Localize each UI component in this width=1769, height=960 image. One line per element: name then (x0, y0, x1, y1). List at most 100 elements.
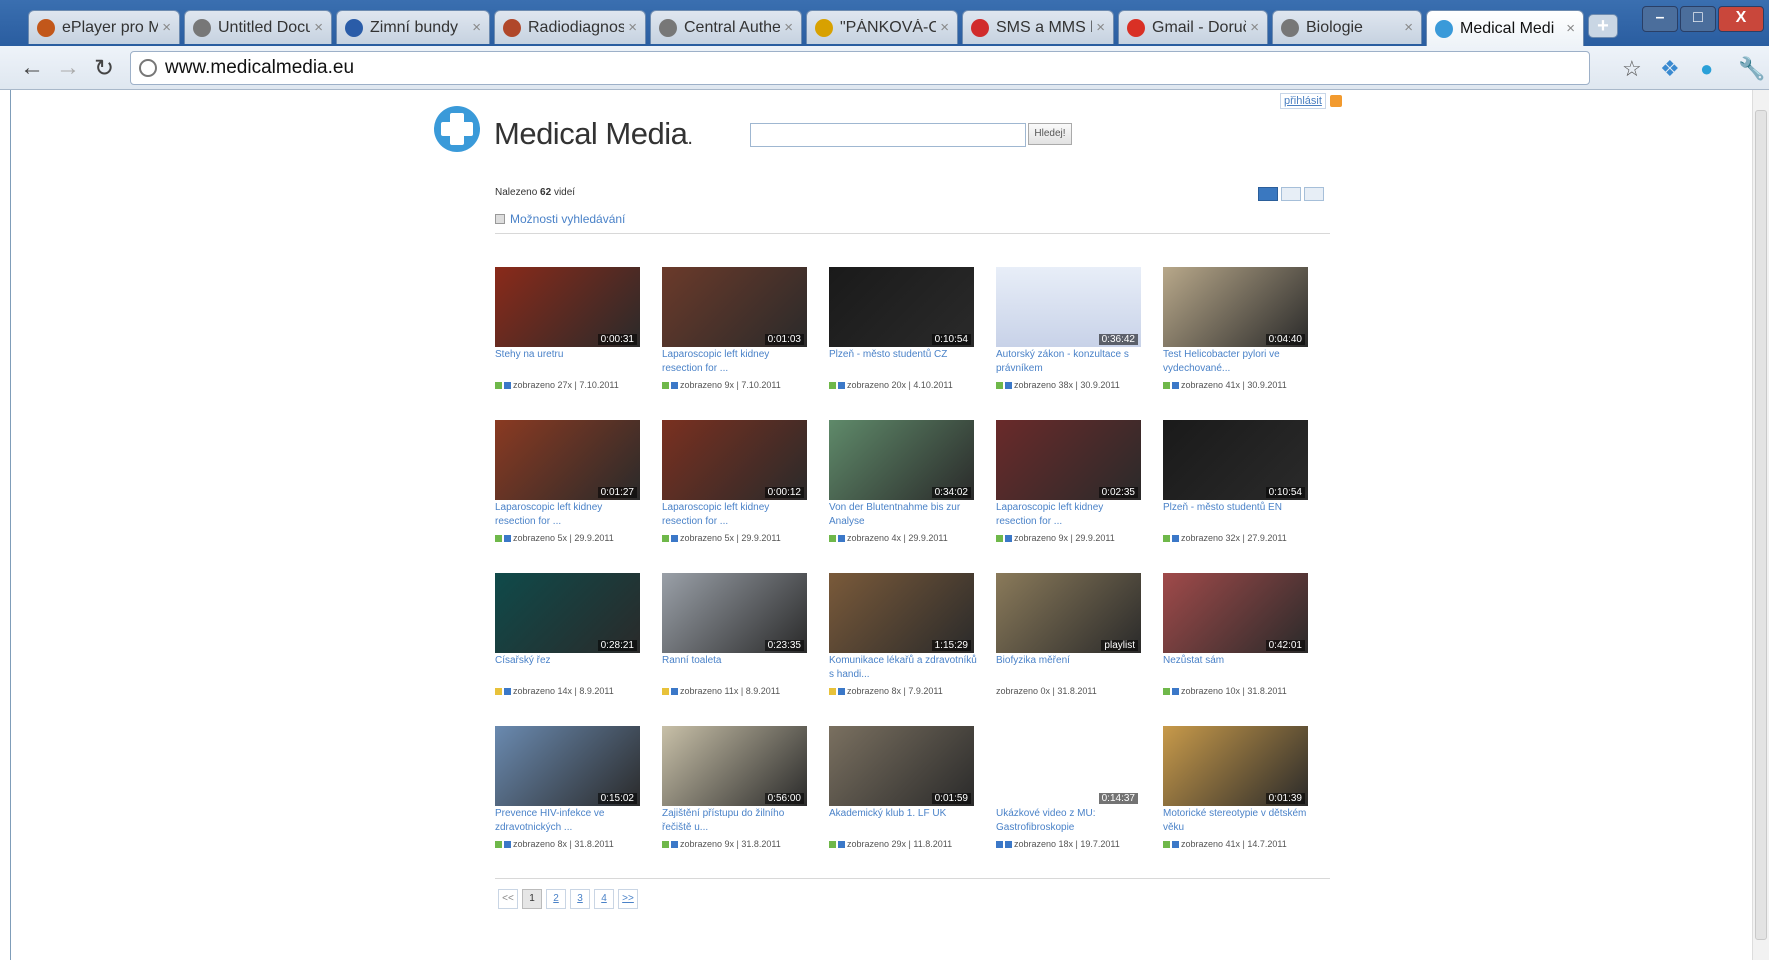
video-card[interactable]: 0:34:02 Von der Blutentnahme bis zur Anal… (829, 420, 974, 560)
video-title-link[interactable]: Laparoscopic left kidney resection for .… (996, 501, 1146, 529)
video-thumbnail[interactable]: 0:00:12 (662, 420, 807, 500)
video-card[interactable]: playlist Biofyzika měření zobrazeno 0x | 3… (996, 573, 1141, 713)
tab-8[interactable]: Gmail - Doruč × (1118, 10, 1268, 44)
tab-close-icon[interactable]: × (1096, 19, 1105, 36)
video-thumbnail[interactable]: 0:34:02 (829, 420, 974, 500)
pagination-page-1[interactable]: 1 (522, 889, 542, 909)
video-title-link[interactable]: Prevence HIV-infekce ve zdravotnických .… (495, 807, 645, 835)
wrench-icon[interactable]: 🔧 (1738, 56, 1765, 82)
skype-icon[interactable]: ● (1700, 56, 1713, 82)
video-card[interactable]: 0:10:54 Plzeň - město studentů EN zobrazen… (1163, 420, 1308, 560)
tab-close-icon[interactable]: × (314, 19, 323, 36)
tab-3[interactable]: Zimní bundy × (336, 10, 490, 44)
video-card[interactable]: 0:01:03 Laparoscopic left kidney resectio… (662, 267, 807, 407)
login-link[interactable]: přihlásit (1280, 93, 1326, 109)
video-card[interactable]: 0:01:59 Akademický klub 1. LF UK zobrazeno… (829, 726, 974, 866)
video-card[interactable]: 0:28:21 Císařský řez zobrazeno 14x | 8.9.2… (495, 573, 640, 713)
video-card[interactable]: 0:42:01 Nezůstat sám zobrazeno 10x | 31.8.… (1163, 573, 1308, 713)
tab-4[interactable]: Radiodiagnos × (494, 10, 646, 44)
new-tab-button[interactable]: + (1588, 14, 1618, 38)
video-card[interactable]: 0:00:31 Stehy na uretru zobrazeno 27x | 7.… (495, 267, 640, 407)
video-title-link[interactable]: Laparoscopic left kidney resection for .… (662, 348, 812, 376)
video-thumbnail[interactable]: 0:23:35 (662, 573, 807, 653)
video-card[interactable]: 0:02:35 Laparoscopic left kidney resectio… (996, 420, 1141, 560)
video-card[interactable]: 0:10:54 Plzeň - město studentů CZ zobrazen… (829, 267, 974, 407)
site-logo-text[interactable]: Medical Media. (494, 116, 693, 152)
tab-9[interactable]: Biologie × (1272, 10, 1422, 44)
video-thumbnail[interactable]: 0:36:42 (996, 267, 1141, 347)
video-card[interactable]: 0:23:35 Ranní toaleta zobrazeno 11x | 8.9.… (662, 573, 807, 713)
video-title-link[interactable]: Laparoscopic left kidney resection for .… (662, 501, 812, 529)
video-title-link[interactable]: Von der Blutentnahme bis zur Analyse (829, 501, 979, 529)
options-checkbox[interactable] (495, 214, 505, 224)
video-card[interactable]: 0:56:00 Zajištění přístupu do žilního řeč… (662, 726, 807, 866)
video-thumbnail[interactable]: 0:56:00 (662, 726, 807, 806)
video-thumbnail[interactable]: 1:15:29 (829, 573, 974, 653)
extension-puzzle-icon[interactable]: ❖ (1660, 56, 1680, 82)
video-title-link[interactable]: Biofyzika měření (996, 654, 1146, 668)
star-icon[interactable]: ☆ (1622, 56, 1642, 82)
video-title-link[interactable]: Motorické stereotypie v dětském věku (1163, 807, 1313, 835)
video-card[interactable]: 0:00:12 Laparoscopic left kidney resectio… (662, 420, 807, 560)
tab-close-icon[interactable]: × (472, 19, 481, 36)
close-window-button[interactable]: X (1718, 6, 1764, 32)
scrollbar-thumb[interactable] (1755, 110, 1767, 940)
video-thumbnail[interactable]: 0:28:21 (495, 573, 640, 653)
tab-5[interactable]: Central Authe × (650, 10, 802, 44)
video-thumbnail[interactable]: 0:01:59 (829, 726, 974, 806)
video-card[interactable]: 1:15:29 Komunikace lékařů a zdravotníků s… (829, 573, 977, 713)
back-arrow-icon[interactable]: ← (18, 54, 46, 82)
video-title-link[interactable]: Laparoscopic left kidney resection for .… (495, 501, 645, 529)
maximize-button[interactable]: □ (1680, 6, 1716, 32)
pagination-first[interactable]: << (498, 889, 518, 909)
video-thumbnail[interactable]: 0:10:54 (1163, 420, 1308, 500)
tab-close-icon[interactable]: × (940, 19, 949, 36)
tab-7[interactable]: SMS a MMS b × (962, 10, 1114, 44)
pagination-page-2[interactable]: 2 (546, 889, 566, 909)
video-thumbnail[interactable]: 0:42:01 (1163, 573, 1308, 653)
video-card[interactable]: 0:04:40 Test Helicobacter pylori ve vydec… (1163, 267, 1308, 407)
pagination-last[interactable]: >> (618, 889, 638, 909)
video-title-link[interactable]: Komunikace lékařů a zdravotníků s handi.… (829, 654, 979, 682)
video-thumbnail[interactable]: 0:01:39 (1163, 726, 1308, 806)
tab-6[interactable]: "PÁNKOVÁ-C × (806, 10, 958, 44)
video-card[interactable]: 0:14:37 Ukázkové video z MU: Gastrofibros… (996, 726, 1141, 866)
video-thumbnail[interactable]: 0:01:27 (495, 420, 640, 500)
video-title-link[interactable]: Ukázkové video z MU: Gastrofibroskopie (996, 807, 1146, 835)
video-card[interactable]: 0:15:02 Prevence HIV-infekce ve zdravotni… (495, 726, 640, 866)
tab-close-icon[interactable]: × (628, 19, 637, 36)
video-title-link[interactable]: Autorský zákon - konzultace s právníkem (996, 348, 1146, 376)
video-title-link[interactable]: Plzeň - město studentů CZ (829, 348, 979, 362)
video-thumbnail[interactable]: 0:10:54 (829, 267, 974, 347)
forward-arrow-icon[interactable]: → (54, 54, 82, 82)
reload-icon[interactable]: ↻ (90, 54, 118, 83)
video-thumbnail[interactable]: 0:00:31 (495, 267, 640, 347)
video-thumbnail[interactable]: 0:01:03 (662, 267, 807, 347)
list-view-icon[interactable] (1304, 187, 1324, 201)
tab-close-icon[interactable]: × (162, 19, 171, 36)
video-title-link[interactable]: Plzeň - město studentů EN (1163, 501, 1313, 515)
address-bar[interactable]: www.medicalmedia.eu (130, 51, 1590, 85)
minimize-button[interactable]: – (1642, 6, 1678, 32)
video-title-link[interactable]: Stehy na uretru (495, 348, 645, 362)
video-title-link[interactable]: Ranní toaleta (662, 654, 812, 668)
pagination-page-4[interactable]: 4 (594, 889, 614, 909)
video-thumbnail[interactable]: 0:14:37 (996, 726, 1141, 806)
video-card[interactable]: 0:36:42 Autorský zákon - konzultace s prá… (996, 267, 1141, 407)
tab-2[interactable]: Untitled Docu × (184, 10, 332, 44)
tab-close-icon[interactable]: × (784, 19, 793, 36)
video-thumbnail[interactable]: 0:04:40 (1163, 267, 1308, 347)
vertical-scrollbar[interactable] (1752, 90, 1769, 960)
tab-10[interactable]: Medical Medi × (1426, 10, 1584, 46)
tab-close-icon[interactable]: × (1566, 20, 1575, 37)
video-title-link[interactable]: Nezůstat sám (1163, 654, 1313, 668)
video-title-link[interactable]: Zajištění přístupu do žilního řečiště u.… (662, 807, 812, 835)
video-title-link[interactable]: Akademický klub 1. LF UK (829, 807, 979, 821)
video-thumbnail[interactable]: 0:15:02 (495, 726, 640, 806)
list-thumbs-view-icon[interactable] (1281, 187, 1301, 201)
search-button[interactable]: Hledej! (1028, 123, 1072, 145)
search-input[interactable] (750, 123, 1026, 147)
video-card[interactable]: 0:01:27 Laparoscopic left kidney resectio… (495, 420, 640, 560)
video-card[interactable]: 0:01:39 Motorické stereotypie v dětském v… (1163, 726, 1308, 866)
tab-close-icon[interactable]: × (1404, 19, 1413, 36)
